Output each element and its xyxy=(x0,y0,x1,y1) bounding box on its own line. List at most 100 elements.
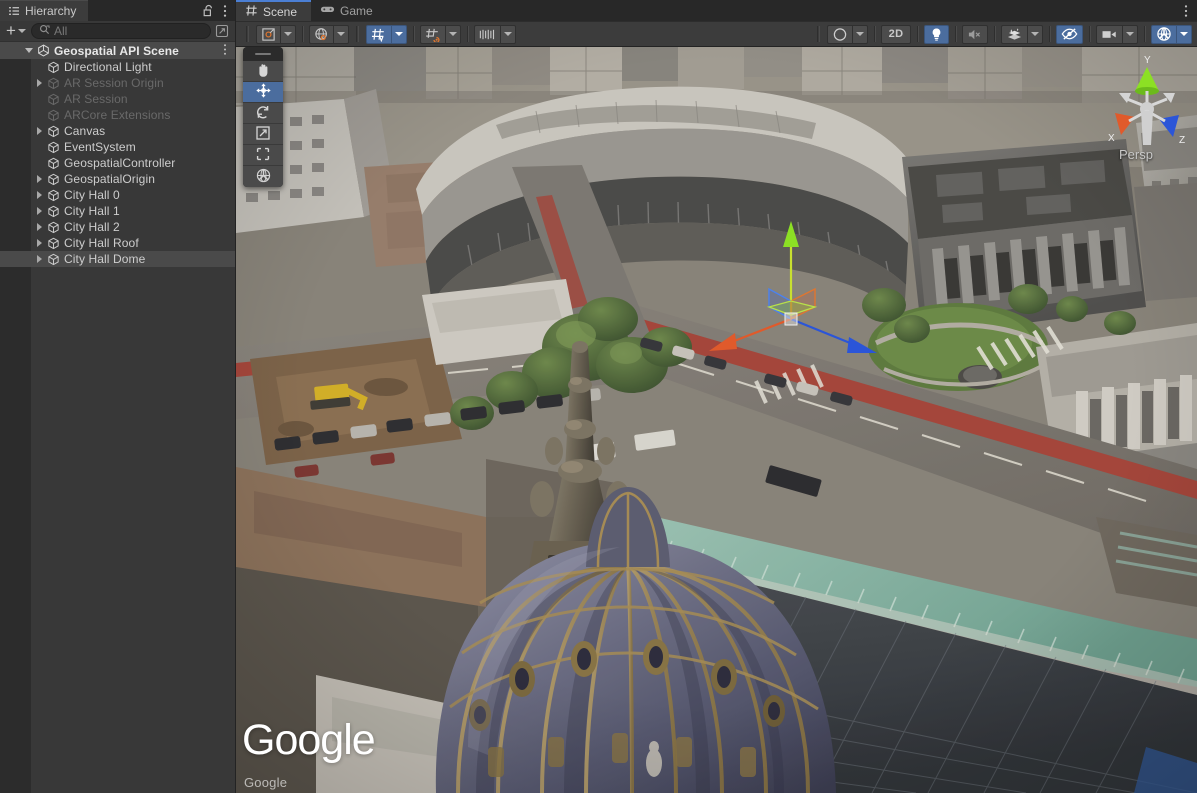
hierarchy-row[interactable]: City Hall 2 xyxy=(0,219,235,235)
padlock-open-icon[interactable] xyxy=(203,4,214,17)
chevron-down-icon[interactable] xyxy=(18,29,26,33)
scale-icon xyxy=(255,125,271,144)
ruler-button[interactable] xyxy=(474,25,500,44)
gameobject-cube-icon xyxy=(46,205,61,218)
tab-game-label: Game xyxy=(340,4,373,18)
row-expand-arrow[interactable] xyxy=(32,235,46,251)
hierarchy-row-label: GeospatialOrigin xyxy=(61,172,155,186)
handle-orientation-button[interactable] xyxy=(309,25,333,44)
hierarchy-tree[interactable]: Geospatial API Scene Directional Light A… xyxy=(0,42,235,793)
hierarchy-tabbar: Hierarchy xyxy=(0,0,235,21)
hierarchy-row[interactable]: GeospatialController xyxy=(0,155,235,171)
gameobject-cube-icon xyxy=(46,109,61,122)
rotate-tool[interactable] xyxy=(243,103,283,124)
add-gameobject-label: + xyxy=(6,24,16,38)
hierarchy-row-label: AR Session xyxy=(61,92,128,106)
toolbar-separator xyxy=(246,26,249,42)
rotate-icon xyxy=(255,104,271,123)
search-icon xyxy=(39,24,50,38)
unity-logo-icon xyxy=(36,44,51,57)
camera-settings-dropdown[interactable] xyxy=(1122,25,1138,44)
save-search-icon[interactable] xyxy=(214,23,230,39)
hierarchy-row-label: City Hall 1 xyxy=(61,204,120,218)
pivot-mode-dropdown[interactable] xyxy=(280,25,296,44)
hierarchy-row[interactable]: City Hall 1 xyxy=(0,203,235,219)
snap-increment-button[interactable] xyxy=(420,25,445,44)
hierarchy-row[interactable]: GeospatialOrigin xyxy=(0,171,235,187)
scene-root-expand-arrow[interactable] xyxy=(22,43,36,59)
scale-tool[interactable] xyxy=(243,124,283,145)
scene-tabbar: Scene Game xyxy=(236,0,1197,21)
gameobject-cube-icon xyxy=(46,189,61,202)
view-tool[interactable] xyxy=(243,61,283,82)
gameobject-cube-icon xyxy=(46,253,61,266)
pivot-mode-button[interactable] xyxy=(256,25,280,44)
row-expand-arrow[interactable] xyxy=(32,171,46,187)
move-tool[interactable] xyxy=(243,82,283,103)
hierarchy-row[interactable]: Canvas xyxy=(0,123,235,139)
ruler-dropdown[interactable] xyxy=(500,25,516,44)
add-gameobject-button[interactable]: + xyxy=(4,23,28,40)
row-expand-spacer xyxy=(32,155,46,171)
search-input[interactable]: All xyxy=(31,23,211,39)
grid-snap-toggle[interactable] xyxy=(366,25,391,44)
hierarchy-row[interactable]: City Hall 0 xyxy=(0,187,235,203)
grid-snap-dropdown[interactable] xyxy=(391,25,407,44)
toolbar-separator xyxy=(917,26,918,42)
hierarchy-row-label: City Hall Roof xyxy=(61,236,139,250)
gizmo-projection-label[interactable]: Persp xyxy=(1119,147,1153,162)
handle-orientation-dropdown[interactable] xyxy=(333,25,349,44)
scene-tab-actions xyxy=(1184,0,1197,21)
scene-root-kebab-menu-icon[interactable] xyxy=(223,43,227,59)
hierarchy-row-label: City Hall 0 xyxy=(61,188,120,202)
gameobject-cube-icon xyxy=(46,221,61,234)
tab-game[interactable]: Game xyxy=(311,0,387,21)
scene-orientation-gizmo[interactable]: Y X Z xyxy=(1105,51,1189,163)
google-watermark-small: Google xyxy=(244,775,287,790)
snap-increment-dropdown[interactable] xyxy=(445,25,461,44)
hand-icon xyxy=(255,62,271,81)
scene-tool-palette[interactable] xyxy=(243,47,283,187)
rect-tool[interactable] xyxy=(243,145,283,166)
toolbar-separator xyxy=(1089,26,1090,42)
row-expand-arrow[interactable] xyxy=(32,75,46,91)
toolbar-separator xyxy=(413,26,414,42)
hierarchy-row-label: Canvas xyxy=(61,124,105,138)
hierarchy-row[interactable]: City Hall Dome xyxy=(0,251,235,267)
hierarchy-row[interactable]: AR Session Origin xyxy=(0,75,235,91)
scene-viewport[interactable]: Y X Z xyxy=(236,47,1197,793)
shading-mode-button[interactable] xyxy=(827,25,852,44)
tab-hierarchy[interactable]: Hierarchy xyxy=(0,0,88,21)
hierarchy-row-label: EventSystem xyxy=(61,140,136,154)
hierarchy-row[interactable]: AR Session xyxy=(0,91,235,107)
gizmos-toggle[interactable] xyxy=(1151,25,1176,44)
gizmos-dropdown[interactable] xyxy=(1176,25,1192,44)
toolbar-separator xyxy=(1049,26,1050,42)
scene-audio-toggle[interactable] xyxy=(962,25,988,44)
row-expand-arrow[interactable] xyxy=(32,123,46,139)
hierarchy-row[interactable]: ARCore Extensions xyxy=(0,107,235,123)
hierarchy-row[interactable]: Directional Light xyxy=(0,59,235,75)
row-expand-arrow[interactable] xyxy=(32,219,46,235)
scene-fx-button[interactable] xyxy=(1001,25,1027,44)
scene-fx-dropdown[interactable] xyxy=(1027,25,1043,44)
row-expand-arrow[interactable] xyxy=(32,187,46,203)
row-expand-arrow[interactable] xyxy=(32,251,46,267)
kebab-menu-icon[interactable] xyxy=(223,4,227,18)
hierarchy-icon xyxy=(8,5,20,17)
shading-mode-dropdown[interactable] xyxy=(852,25,868,44)
kebab-menu-icon[interactable] xyxy=(1184,4,1188,18)
toolbar-separator xyxy=(356,26,359,42)
toggle-2d-button[interactable]: 2D xyxy=(881,25,911,44)
scene-lighting-toggle[interactable] xyxy=(924,25,949,44)
hierarchy-row[interactable]: EventSystem xyxy=(0,139,235,155)
geospatial-aerial-render xyxy=(236,47,1197,793)
tool-palette-drag-handle[interactable] xyxy=(243,47,283,61)
camera-settings-button[interactable] xyxy=(1096,25,1122,44)
transform-tool[interactable] xyxy=(243,166,283,187)
tab-scene[interactable]: Scene xyxy=(236,0,311,21)
hierarchy-scene-root[interactable]: Geospatial API Scene xyxy=(0,42,235,59)
row-expand-arrow[interactable] xyxy=(32,203,46,219)
hierarchy-row[interactable]: City Hall Roof xyxy=(0,235,235,251)
scene-visibility-toggle[interactable] xyxy=(1056,25,1083,44)
